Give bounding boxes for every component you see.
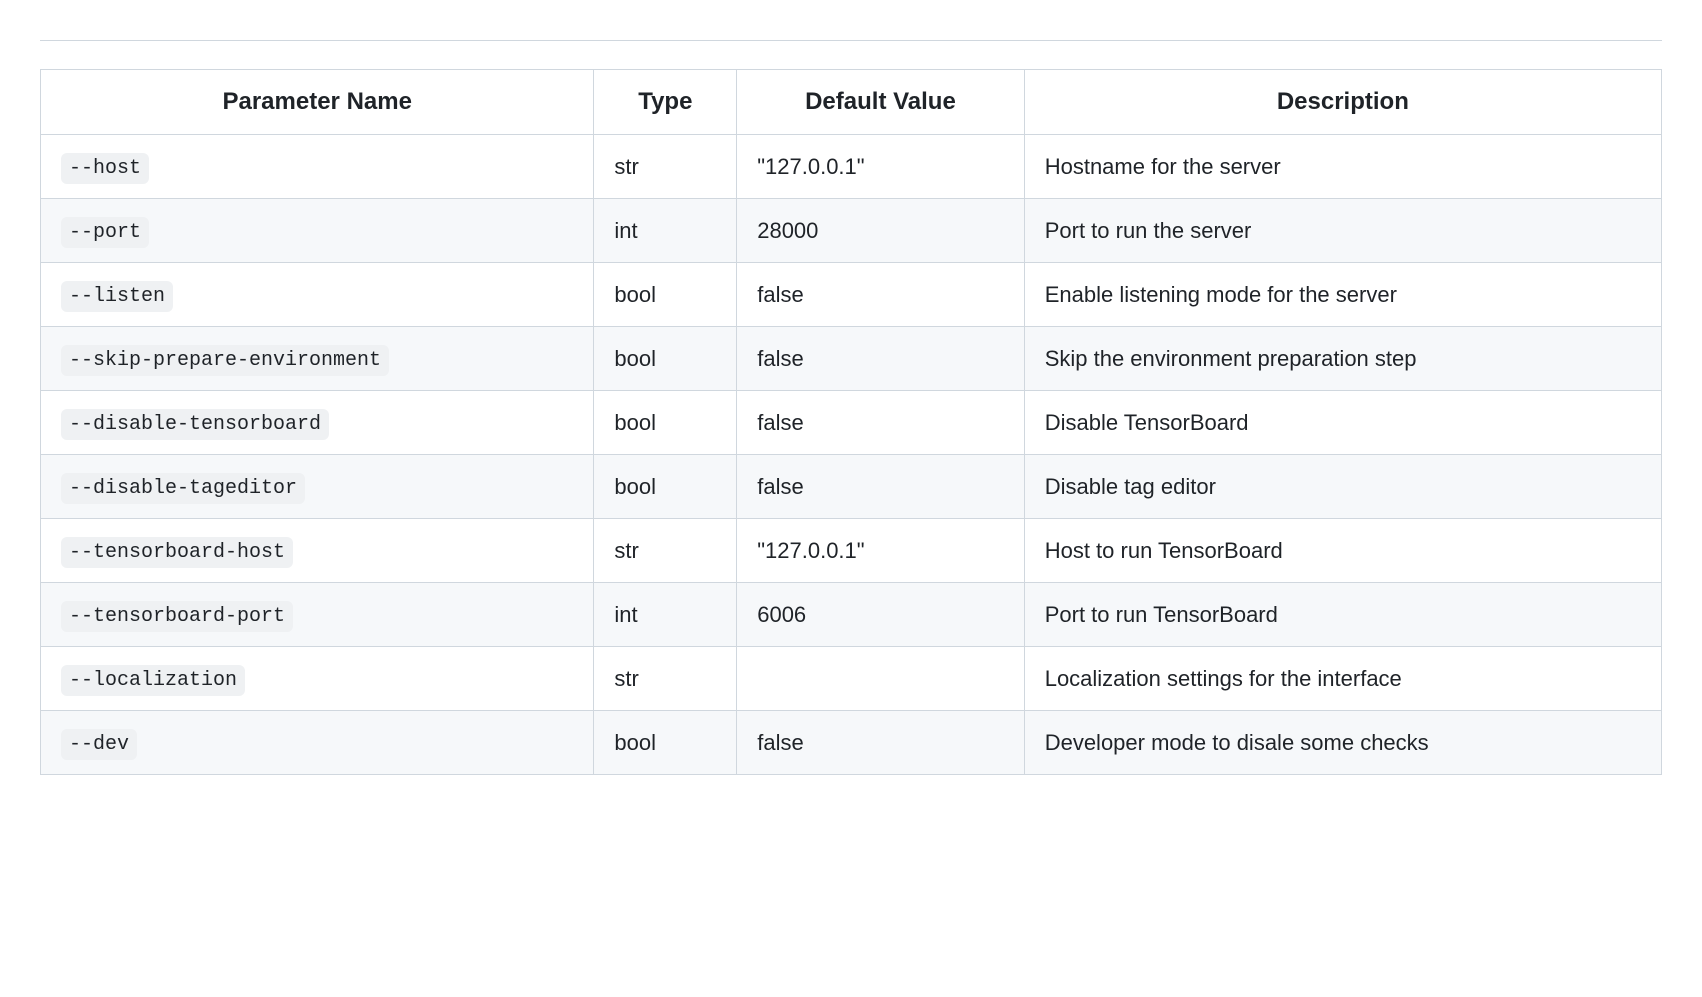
- parameter-code: --tensorboard-host: [61, 537, 293, 568]
- parameter-code: --tensorboard-port: [61, 601, 293, 632]
- table-row: --disable-tensorboard boolfalseDisable Te…: [41, 391, 1662, 455]
- header-description: Description: [1024, 70, 1661, 135]
- cell-parameter-name: --listen: [41, 263, 594, 327]
- cell-parameter-name: --host: [41, 135, 594, 199]
- table-row: --skip-prepare-environment boolfalseSkip …: [41, 327, 1662, 391]
- cell-type: bool: [594, 263, 737, 327]
- parameter-code: --localization: [61, 665, 245, 696]
- cell-default: false: [737, 263, 1024, 327]
- cell-description: Hostname for the server: [1024, 135, 1661, 199]
- cell-type: bool: [594, 327, 737, 391]
- cell-parameter-name: --tensorboard-host: [41, 519, 594, 583]
- table-row: --tensorboard-port int6006Port to run Ten…: [41, 583, 1662, 647]
- cell-type: bool: [594, 711, 737, 775]
- table-row: --listen boolfalseEnable listening mode f…: [41, 263, 1662, 327]
- header-type: Type: [594, 70, 737, 135]
- cell-default: false: [737, 391, 1024, 455]
- cell-parameter-name: --disable-tageditor: [41, 455, 594, 519]
- cell-default: 6006: [737, 583, 1024, 647]
- parameter-code: --disable-tensorboard: [61, 409, 329, 440]
- top-divider: [40, 40, 1662, 41]
- cell-default: "127.0.0.1": [737, 519, 1024, 583]
- table-row: --disable-tageditor boolfalseDisable tag …: [41, 455, 1662, 519]
- parameter-code: --host: [61, 153, 149, 184]
- cell-default: false: [737, 327, 1024, 391]
- header-default: Default Value: [737, 70, 1024, 135]
- cell-description: Port to run TensorBoard: [1024, 583, 1661, 647]
- parameter-code: --dev: [61, 729, 137, 760]
- cell-parameter-name: --skip-prepare-environment: [41, 327, 594, 391]
- cell-type: str: [594, 519, 737, 583]
- cell-type: bool: [594, 391, 737, 455]
- cell-type: str: [594, 135, 737, 199]
- cell-default: [737, 647, 1024, 711]
- cell-description: Host to run TensorBoard: [1024, 519, 1661, 583]
- cell-type: int: [594, 199, 737, 263]
- parameter-code: --disable-tageditor: [61, 473, 305, 504]
- cell-description: Developer mode to disale some checks: [1024, 711, 1661, 775]
- cell-description: Port to run the server: [1024, 199, 1661, 263]
- table-row: --dev boolfalseDeveloper mode to disale s…: [41, 711, 1662, 775]
- cell-parameter-name: --tensorboard-port: [41, 583, 594, 647]
- cell-description: Disable TensorBoard: [1024, 391, 1661, 455]
- table-row: --localization str Localization settings f…: [41, 647, 1662, 711]
- cell-default: 28000: [737, 199, 1024, 263]
- cell-parameter-name: --dev: [41, 711, 594, 775]
- cell-parameter-name: --port: [41, 199, 594, 263]
- cell-description: Localization settings for the interface: [1024, 647, 1661, 711]
- header-name: Parameter Name: [41, 70, 594, 135]
- parameter-code: --skip-prepare-environment: [61, 345, 389, 376]
- cell-parameter-name: --disable-tensorboard: [41, 391, 594, 455]
- parameter-code: --listen: [61, 281, 173, 312]
- table-row: --port int28000Port to run the server: [41, 199, 1662, 263]
- parameter-code: --port: [61, 217, 149, 248]
- cell-parameter-name: --localization: [41, 647, 594, 711]
- parameters-table: Parameter Name Type Default Value Descri…: [40, 69, 1662, 775]
- cell-description: Skip the environment preparation step: [1024, 327, 1661, 391]
- table-row: --host str"127.0.0.1"Hostname for the ser…: [41, 135, 1662, 199]
- table-header-row: Parameter Name Type Default Value Descri…: [41, 70, 1662, 135]
- cell-description: Disable tag editor: [1024, 455, 1661, 519]
- cell-default: false: [737, 711, 1024, 775]
- table-row: --tensorboard-host str"127.0.0.1"Host to …: [41, 519, 1662, 583]
- cell-default: "127.0.0.1": [737, 135, 1024, 199]
- cell-type: int: [594, 583, 737, 647]
- cell-default: false: [737, 455, 1024, 519]
- cell-type: bool: [594, 455, 737, 519]
- cell-description: Enable listening mode for the server: [1024, 263, 1661, 327]
- cell-type: str: [594, 647, 737, 711]
